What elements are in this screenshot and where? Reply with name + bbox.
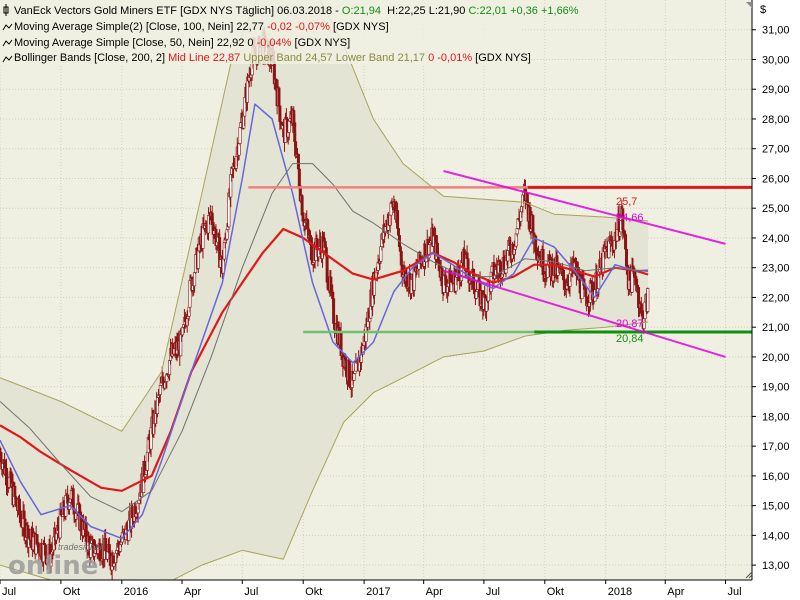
- candle-body: [35, 534, 39, 545]
- candle-body: [13, 485, 17, 498]
- y-axis: $ 13,00 14,00 15,00 16,00 17,00 18,00 19,00 20,…: [751, 0, 800, 580]
- chart-svg: 25,7 24,66 20,87 20,84 $ 13,00 14,00 15,00…: [0, 0, 800, 600]
- legend-ma50-text: Moving Average Simple [Close, 50, Nein] …: [14, 37, 350, 49]
- y-tick-label: 27,00: [762, 144, 790, 156]
- x-tick-label: 2017: [366, 586, 390, 598]
- legend-row-ma100[interactable]: Moving Average Simple(2) [Close, 100, Ne…: [2, 21, 389, 33]
- legend-ma100-pct: -0,07%: [295, 21, 330, 33]
- legend-price-title: VanEck Vectors Gold Miners ETF [GDX NYS …: [14, 5, 342, 17]
- x-tick-label: 2018: [608, 586, 632, 598]
- y-tick-label: 30,00: [762, 54, 790, 66]
- candle-body: [277, 87, 281, 107]
- legend-bb-upper: Upper Band 24,57: [243, 52, 332, 64]
- candle-body: [196, 250, 200, 269]
- y-tick-label: 23,00: [762, 263, 790, 275]
- legend-change-pct: +1,66%: [541, 5, 579, 17]
- legend-ma100-tail: [GDX NYS]: [333, 21, 389, 33]
- x-tick-label: Apr: [426, 586, 443, 598]
- y-tick-label: 25,00: [762, 203, 790, 215]
- legend-ma100-value: 22,77: [236, 21, 264, 33]
- legend-bb-tail: [GDX NYS]: [475, 52, 531, 64]
- y-tick-label: 13,00: [762, 560, 790, 572]
- legend-ma50-pct: -0,04%: [257, 37, 292, 49]
- y-tick-label: 18,00: [762, 411, 790, 423]
- candle: [347, 359, 351, 387]
- y-tick-label: 14,00: [762, 530, 790, 542]
- x-tick-label: Okt: [547, 586, 564, 598]
- y-tick-label: 28,00: [762, 114, 790, 126]
- candle: [646, 287, 650, 314]
- x-tick-label: Jul: [244, 586, 258, 598]
- candle-body: [646, 288, 650, 312]
- candle-body: [561, 269, 565, 281]
- y-tick-label: 20,00: [762, 352, 790, 364]
- x-tick-label: Apr: [667, 586, 684, 598]
- y-tick-label: 19,00: [762, 382, 790, 394]
- legend-price-text: VanEck Vectors Gold Miners ETF [GDX NYS …: [14, 5, 579, 17]
- legend-row-ma50[interactable]: Moving Average Simple [Close, 50, Nein] …: [2, 37, 350, 49]
- candle-body: [158, 385, 162, 395]
- legend-open: O:21,94: [342, 5, 381, 17]
- candle-body: [193, 272, 197, 287]
- y-tick-label: 29,00: [762, 84, 790, 96]
- legend-ma50-name: Moving Average Simple [Close, 50, Nein]: [14, 37, 214, 49]
- legend-ma100-name: Moving Average Simple(2) [Close, 100, Ne…: [14, 21, 233, 33]
- candle-body: [474, 291, 478, 299]
- legend-close: C:22,01: [468, 5, 507, 17]
- y-tick-label: 21,00: [762, 322, 790, 334]
- y-tick-label: 22,00: [762, 292, 790, 304]
- legend-bb-lower: Lower Band 21,17: [336, 52, 425, 64]
- legend-ma100-text: Moving Average Simple(2) [Close, 100, Ne…: [14, 21, 389, 33]
- x-tick-label: Okt: [63, 586, 80, 598]
- label-support-value: 20,84: [616, 333, 644, 345]
- chart: 25,7 24,66 20,87 20,84 $ 13,00 14,00 15,00…: [0, 0, 800, 600]
- y-tick-label: 15,00: [762, 501, 790, 513]
- y-tick-label: 17,00: [762, 441, 790, 453]
- y-tick-label: 31,00: [762, 25, 790, 37]
- x-tick-label: Okt: [305, 586, 322, 598]
- legend-ma50-value: 22,92: [217, 37, 245, 49]
- legend-ma100-change: -0,02: [267, 21, 292, 33]
- label-channel-low-value: 20,87: [616, 318, 644, 330]
- candle-body: [287, 120, 291, 133]
- legend-bb-text: Bollinger Bands [Close, 200, 2] Mid Line…: [14, 52, 531, 64]
- candle-body: [238, 127, 242, 144]
- legend-bb-pct: -0,01%: [437, 52, 472, 64]
- label-resistance-value: 25,7: [616, 196, 637, 208]
- legend: VanEck Vectors Gold Miners ETF [GDX NYS …: [0, 0, 579, 64]
- x-tick-label: 2016: [124, 586, 148, 598]
- legend-ma50-tail: [GDX NYS]: [295, 37, 351, 49]
- legend-bb-mid: Mid Line 22,87: [168, 52, 240, 64]
- legend-low: L:21,90: [429, 5, 466, 17]
- y-tick-label: 26,00: [762, 173, 790, 185]
- candle-body: [353, 370, 357, 374]
- legend-high: H:22,25: [387, 5, 426, 17]
- candle-body: [347, 359, 351, 385]
- x-tick-label: Jul: [728, 586, 742, 598]
- candle-body: [144, 474, 148, 478]
- legend-bb-name: Bollinger Bands [Close, 200, 2]: [14, 52, 165, 64]
- legend-row-bollinger[interactable]: Bollinger Bands [Close, 200, 2] Mid Line…: [2, 52, 531, 64]
- x-tick-label: Jul: [486, 586, 500, 598]
- logo-big-text: online: [8, 551, 98, 581]
- y-tick-label: 16,00: [762, 471, 790, 483]
- legend-row-price[interactable]: VanEck Vectors Gold Miners ETF [GDX NYS …: [3, 4, 579, 17]
- x-tick-label: Jul: [2, 586, 16, 598]
- x-tick-label: Apr: [184, 586, 201, 598]
- legend-change: +0,36: [510, 5, 538, 17]
- x-axis: Jul Okt 2016 Apr Jul Okt 2017 Apr Jul Okt 2018 Apr J…: [0, 579, 800, 600]
- y-tick-label: 24,00: [762, 233, 790, 245]
- currency-symbol: $: [760, 4, 766, 16]
- label-channel-top-value: 24,66: [616, 212, 644, 224]
